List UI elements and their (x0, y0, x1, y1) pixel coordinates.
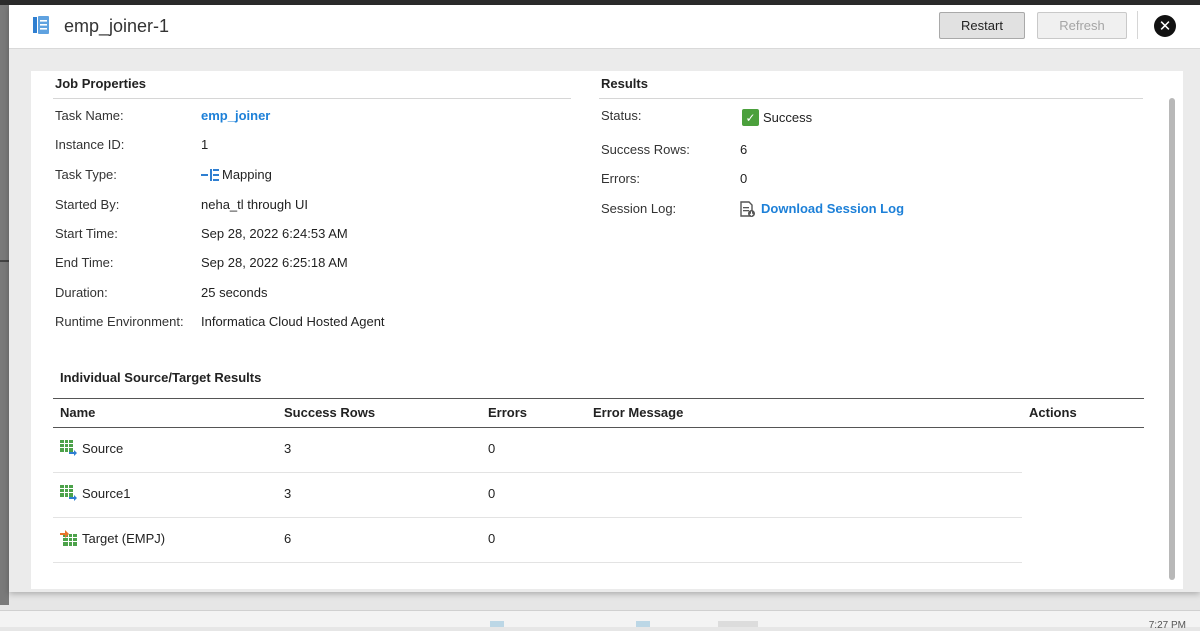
restart-button[interactable]: Restart (939, 12, 1025, 39)
row-errors: 0 (488, 441, 496, 456)
column-header-error-message: Error Message (593, 405, 684, 420)
dialog-body: Job Properties Task Name: emp_joiner Ins… (9, 49, 1200, 592)
column-header-actions: Actions (1029, 405, 1077, 420)
dialog-header: emp_joiner-1 Restart Refresh ✕ (9, 5, 1200, 49)
duration-value: 25 seconds (201, 285, 268, 300)
success-rows-label: Success Rows: (601, 142, 690, 157)
results-rule (599, 98, 1143, 99)
results-table-header: Name Success Rows Errors Error Message A… (53, 398, 1144, 428)
end-time-value: Sep 28, 2022 6:25:18 AM (201, 255, 348, 270)
job-properties-rule (53, 98, 571, 99)
end-time-label: End Time: (55, 255, 114, 270)
status-value: Success (763, 110, 813, 125)
success-rows-value: 6 (740, 142, 748, 157)
duration-label: Duration: (55, 285, 108, 300)
edge-notch (0, 260, 9, 262)
job-details-dialog: emp_joiner-1 Restart Refresh ✕ Job Prope… (9, 5, 1200, 592)
source-table-icon (60, 485, 77, 501)
individual-results-heading: Individual Source/Target Results (60, 370, 262, 385)
background-panel-edge (0, 5, 9, 605)
target-table-icon (60, 530, 77, 546)
taskbar-app-icon[interactable] (636, 621, 650, 627)
instance-id-label: Instance ID: (55, 137, 125, 152)
table-row: Source 3 0 (53, 427, 1022, 473)
mapping-task-icon (33, 16, 49, 34)
taskbar-app-icon[interactable] (490, 621, 504, 627)
table-row: Source1 3 0 (53, 472, 1022, 518)
task-name-link[interactable]: emp_joiner (201, 108, 270, 123)
column-header-name: Name (60, 405, 96, 420)
session-log-label: Session Log: (601, 201, 677, 216)
errors-label: Errors: (601, 171, 640, 186)
results-heading: Results (601, 76, 648, 91)
started-by-value: neha_tl through UI (201, 197, 308, 212)
task-type-value: Mapping (222, 167, 272, 182)
row-success-rows: 3 (284, 486, 292, 501)
close-icon[interactable]: ✕ (1154, 15, 1176, 37)
job-properties-heading: Job Properties (55, 76, 147, 91)
column-header-success-rows: Success Rows (284, 405, 376, 420)
started-by-label: Started By: (55, 197, 120, 212)
column-header-errors: Errors (488, 405, 528, 420)
row-success-rows: 6 (284, 531, 292, 546)
vertical-scrollbar[interactable] (1169, 98, 1175, 580)
dialog-title: emp_joiner-1 (64, 16, 170, 36)
row-success-rows: 3 (284, 441, 292, 456)
success-check-icon: ✓ (742, 109, 759, 126)
header-divider (1137, 11, 1138, 39)
errors-value: 0 (740, 171, 748, 186)
download-session-log-link[interactable]: Download Session Log (761, 201, 904, 216)
runtime-environment-value: Informatica Cloud Hosted Agent (201, 314, 385, 329)
taskbar: 7:27 PM (0, 610, 1200, 631)
start-time-label: Start Time: (55, 226, 118, 241)
row-name: Source1 (82, 486, 131, 501)
taskbar-app-icon[interactable] (718, 621, 758, 627)
row-name: Target (EMPJ) (82, 531, 166, 546)
table-row: Target (EMPJ) 6 0 (53, 517, 1022, 563)
mapping-icon (201, 169, 219, 181)
task-type-label: Task Type: (55, 167, 117, 182)
runtime-environment-label: Runtime Environment: (55, 314, 184, 329)
start-time-value: Sep 28, 2022 6:24:53 AM (201, 226, 348, 241)
row-errors: 0 (488, 486, 496, 501)
source-table-icon (60, 440, 77, 456)
refresh-button[interactable]: Refresh (1037, 12, 1127, 39)
status-label: Status: (601, 108, 642, 123)
row-name: Source (82, 441, 124, 456)
instance-id-value: 1 (201, 137, 209, 152)
row-errors: 0 (488, 531, 496, 546)
task-name-label: Task Name: (55, 108, 124, 123)
download-log-icon[interactable] (739, 201, 756, 218)
